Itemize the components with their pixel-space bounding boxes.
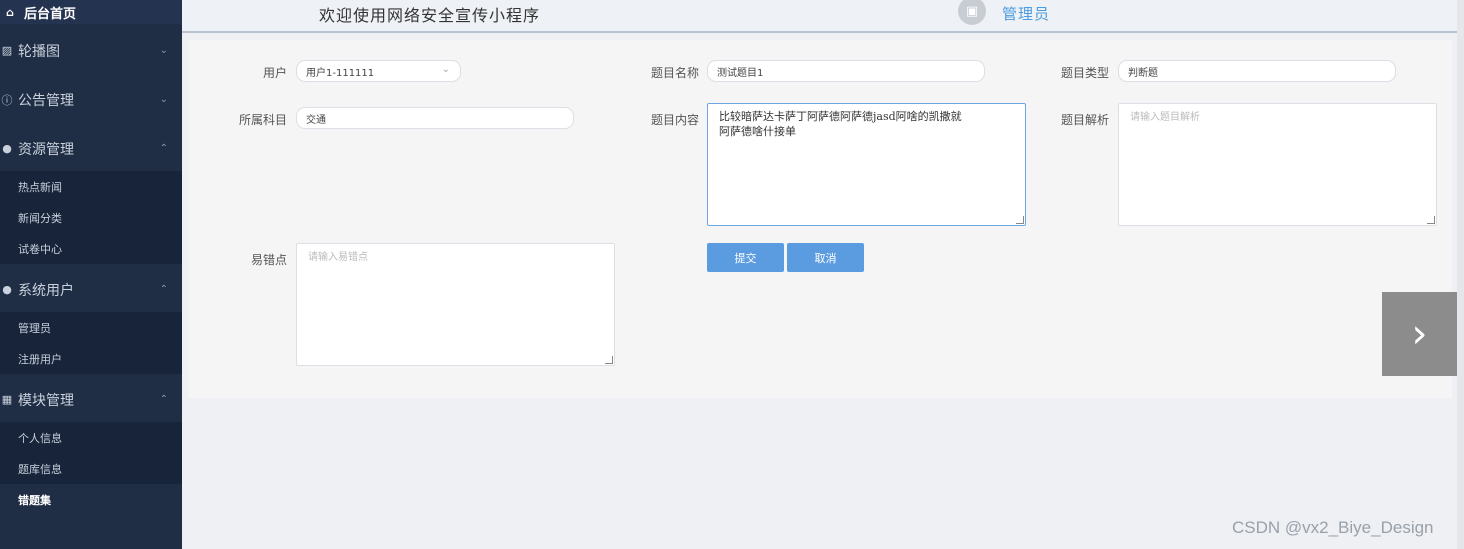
user-icon: ●	[2, 283, 12, 296]
error-point-placeholder: 请输入易错点	[308, 252, 368, 263]
sidebar-item-label: 新闻分类	[18, 211, 62, 225]
analysis-label: 题目解析	[1060, 113, 1109, 127]
sidebar: ⌂ 后台首页 ▨ 轮播图 ⌄ ⓘ 公告管理 ⌄ ● 资源管理 ⌃ 热点新闻 新闻…	[0, 0, 182, 549]
sidebar-group-resource[interactable]: ● 资源管理 ⌃	[0, 124, 182, 173]
sidebar-item-label: 试卷中心	[18, 242, 62, 256]
sidebar-group-label: 系统用户	[18, 282, 74, 299]
sidebar-home-label: 后台首页	[24, 6, 77, 22]
sidebar-item-label: 题库信息	[18, 462, 62, 476]
resize-handle[interactable]	[1016, 216, 1024, 224]
user-role[interactable]: 管理员	[1002, 3, 1050, 24]
image-icon: ▣	[965, 3, 979, 19]
sidebar-item-personal-info[interactable]: 个人信息	[0, 422, 182, 453]
sidebar-item-question-bank[interactable]: 题库信息	[0, 453, 182, 484]
error-point-textarea[interactable]: 请输入易错点	[296, 243, 615, 366]
chevron-up-icon: ⌃	[159, 143, 168, 154]
sidebar-group-label: 模块管理	[18, 392, 74, 409]
sidebar-group-carousel[interactable]: ▨ 轮播图 ⌄	[0, 26, 182, 75]
sidebar-item-label: 管理员	[18, 321, 51, 335]
sidebar-group-notice[interactable]: ⓘ 公告管理 ⌄	[0, 75, 182, 124]
type-input[interactable]: 判断题	[1118, 60, 1396, 82]
submit-button[interactable]: 提交	[707, 243, 784, 272]
info-icon: ⓘ	[1, 93, 13, 107]
chevron-down-icon: ⌄	[159, 45, 168, 56]
content-textarea[interactable]: 比较暗萨达卡萨丁阿萨德阿萨德jasd阿啥的凯撒就 阿萨德啥什接单	[707, 103, 1026, 226]
title-input[interactable]: 测试题目1	[707, 60, 985, 82]
content-line: 比较暗萨达卡萨丁阿萨德阿萨德jasd阿啥的凯撒就	[719, 110, 962, 123]
sidebar-item-label: 个人信息	[18, 431, 62, 445]
home-icon: ⌂	[6, 5, 14, 19]
subject-label: 所属科目	[238, 113, 287, 127]
error-point-label: 易错点	[250, 253, 287, 267]
sidebar-item-news-category[interactable]: 新闻分类	[0, 202, 182, 233]
sidebar-group-label: 资源管理	[18, 141, 74, 158]
chevron-down-icon: ⌄	[441, 64, 450, 75]
sidebar-group-system-user[interactable]: ● 系统用户 ⌃	[0, 265, 182, 314]
top-header: 欢迎使用网络安全宣传小程序 ▣ 管理员	[182, 0, 1457, 33]
sidebar-item-admin[interactable]: 管理员	[0, 312, 182, 343]
edit-form-panel: 用户 用户1-111111 ⌄ 题目名称 测试题目1 题目类型 判断题 所属科目…	[189, 40, 1452, 398]
resize-handle[interactable]	[1427, 216, 1435, 224]
sidebar-group-label: 公告管理	[18, 92, 74, 109]
user-select[interactable]: 用户1-111111 ⌄	[296, 60, 461, 82]
grid-icon: ▦	[1, 393, 13, 406]
sidebar-item-hot-news[interactable]: 热点新闻	[0, 171, 182, 202]
sidebar-group-label: 轮播图	[18, 43, 60, 60]
location-icon: ●	[2, 142, 12, 155]
chevron-down-icon: ⌄	[159, 94, 168, 105]
chevron-up-icon: ⌃	[159, 394, 168, 405]
sidebar-item-label: 注册用户	[18, 352, 62, 366]
analysis-textarea[interactable]: 请输入题目解析	[1118, 103, 1437, 226]
chevron-up-icon: ⌃	[159, 284, 168, 295]
subject-input[interactable]: 交通	[296, 107, 574, 129]
sidebar-item-label: 错题集	[18, 493, 51, 507]
sidebar-item-registered-user[interactable]: 注册用户	[0, 343, 182, 374]
image-icon: ▨	[1, 44, 13, 57]
sidebar-item-wrong-questions[interactable]: 错题集	[0, 484, 182, 515]
user-label: 用户	[262, 66, 287, 80]
content-label: 题目内容	[650, 113, 699, 127]
chevron-right-icon: ›	[1411, 311, 1428, 357]
type-label: 题目类型	[1060, 66, 1109, 80]
next-arrow-button[interactable]: ›	[1382, 292, 1457, 376]
title-label: 题目名称	[650, 66, 699, 80]
analysis-placeholder: 请输入题目解析	[1130, 112, 1200, 123]
resize-handle[interactable]	[605, 356, 613, 364]
user-select-value: 用户1-111111	[306, 67, 375, 79]
content-line: 阿萨德啥什接单	[719, 125, 796, 138]
watermark: CSDN @vx2_Biye_Design	[1232, 518, 1434, 537]
sidebar-item-exam-center[interactable]: 试卷中心	[0, 233, 182, 264]
sidebar-group-module[interactable]: ▦ 模块管理 ⌃	[0, 375, 182, 424]
welcome-title: 欢迎使用网络安全宣传小程序	[319, 6, 541, 25]
cancel-button[interactable]: 取消	[787, 243, 864, 272]
sidebar-home[interactable]: ⌂ 后台首页	[0, 0, 182, 24]
scrollbar[interactable]	[1457, 0, 1464, 549]
avatar[interactable]: ▣	[958, 0, 986, 25]
sidebar-item-label: 热点新闻	[18, 180, 62, 194]
